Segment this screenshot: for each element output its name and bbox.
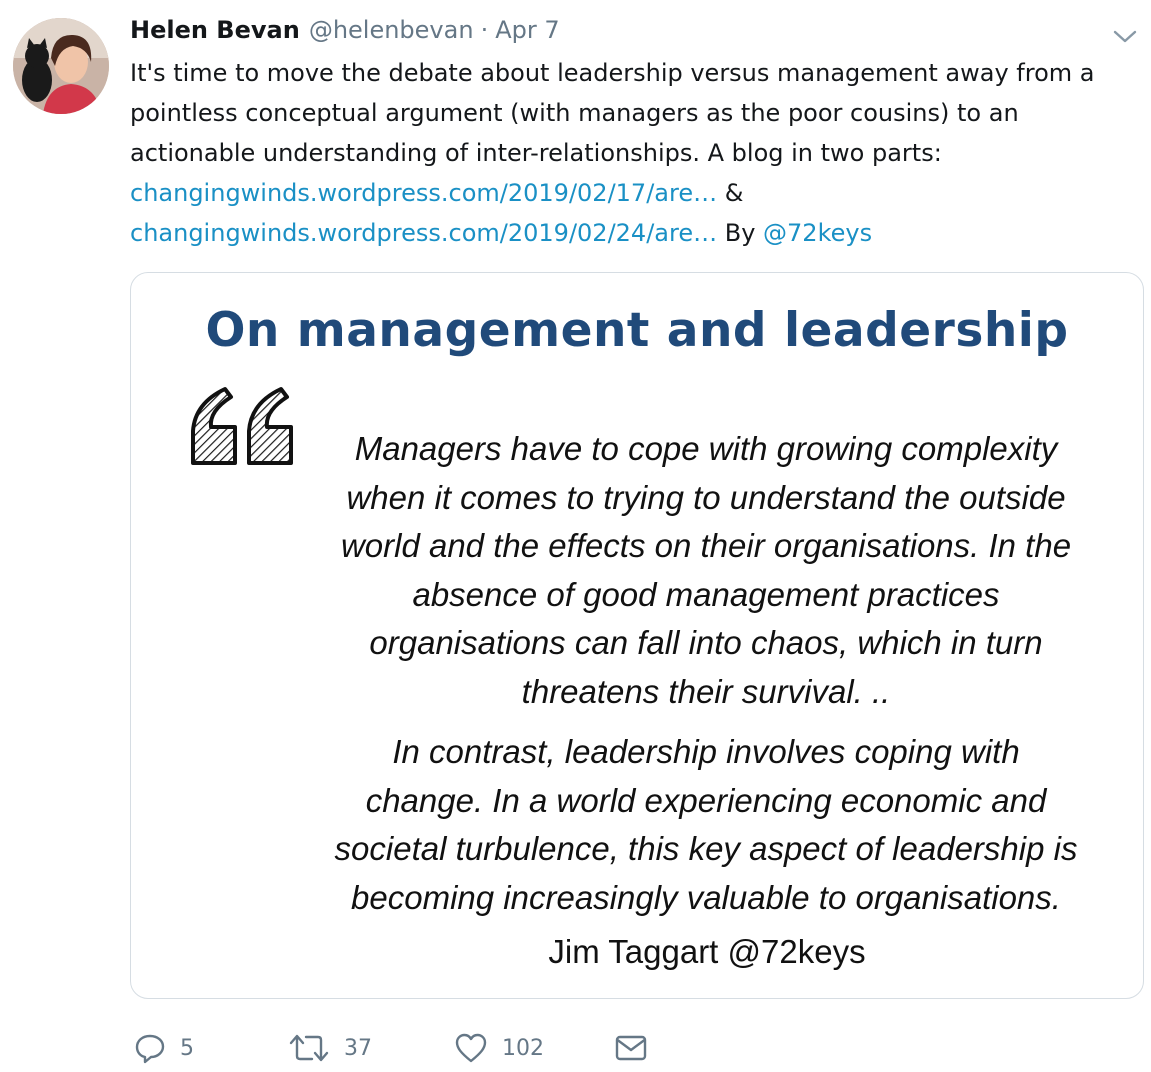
- tweet-header: Helen Bevan @helenbevan · Apr 7: [130, 16, 560, 50]
- by-text: By: [717, 219, 764, 247]
- tweet-text-line: It's time to move the debate about leade…: [130, 59, 1095, 87]
- mention-link[interactable]: @72keys: [763, 219, 872, 247]
- quote-line: absence of good management practices: [412, 575, 1000, 613]
- reply-icon: [135, 1034, 165, 1064]
- media-card[interactable]: On management and leadership Managers ha…: [130, 272, 1144, 999]
- blog-link-part-1[interactable]: changingwinds.wordpress.com/2019/02/17/a…: [130, 179, 717, 207]
- heart-icon: [455, 1033, 487, 1063]
- reply-count: 5: [180, 1035, 194, 1061]
- tweet-text: It's time to move the debate about leade…: [130, 53, 1140, 253]
- like-count: 102: [502, 1035, 544, 1061]
- envelope-icon: [615, 1035, 647, 1061]
- retweet-icon: [289, 1034, 329, 1062]
- tweet-text-line: actionable understanding of inter-relati…: [130, 139, 942, 167]
- avatar-image: [13, 18, 109, 114]
- direct-message-button[interactable]: [614, 1030, 648, 1066]
- quote-attribution: Jim Taggart @72keys: [548, 933, 866, 970]
- quote-line: Managers have to cope with growing compl…: [354, 430, 1058, 467]
- blog-link-part-2[interactable]: changingwinds.wordpress.com/2019/02/24/a…: [130, 219, 717, 247]
- tweet-link-line-1: changingwinds.wordpress.com/2019/02/17/a…: [130, 173, 1140, 213]
- tweet-text-line: pointless conceptual argument (with mana…: [130, 99, 1019, 127]
- tweet-actions: 5 37 102: [130, 1030, 1030, 1066]
- quote-line: threatens their survival. ..: [521, 672, 891, 710]
- quote-line: organisations can fall into chaos, which…: [369, 624, 1043, 661]
- ampersand-text: &: [717, 179, 744, 207]
- quote-body: Managers have to cope with growing compl…: [281, 425, 1131, 922]
- author-handle[interactable]: @helenbevan: [309, 16, 474, 44]
- quote-line: societal turbulence, this key aspect of …: [334, 830, 1078, 867]
- like-button[interactable]: 102: [454, 1030, 544, 1066]
- quote-line: when it comes to trying to understand th…: [346, 478, 1066, 516]
- tweet-date[interactable]: Apr 7: [495, 16, 559, 44]
- quote-line: In contrast, leadership involves coping …: [392, 733, 1020, 770]
- quote-line: becoming increasingly valuable to organi…: [351, 878, 1061, 916]
- quote-line: world and the effects on their organisat…: [340, 527, 1072, 564]
- retweet-count: 37: [344, 1035, 372, 1061]
- reply-button[interactable]: 5: [134, 1030, 194, 1066]
- tweet-link-line-2: changingwinds.wordpress.com/2019/02/24/a…: [130, 213, 1140, 253]
- author-name[interactable]: Helen Bevan: [130, 16, 300, 44]
- more-options-button[interactable]: [1110, 24, 1140, 48]
- separator-dot: ·: [480, 16, 489, 44]
- chevron-down-icon: [1113, 30, 1137, 43]
- quote-line: change. In a world experiencing economic…: [365, 781, 1047, 819]
- retweet-button[interactable]: 37: [288, 1030, 372, 1066]
- card-title: On management and leadership: [205, 303, 1069, 358]
- avatar[interactable]: [13, 18, 109, 114]
